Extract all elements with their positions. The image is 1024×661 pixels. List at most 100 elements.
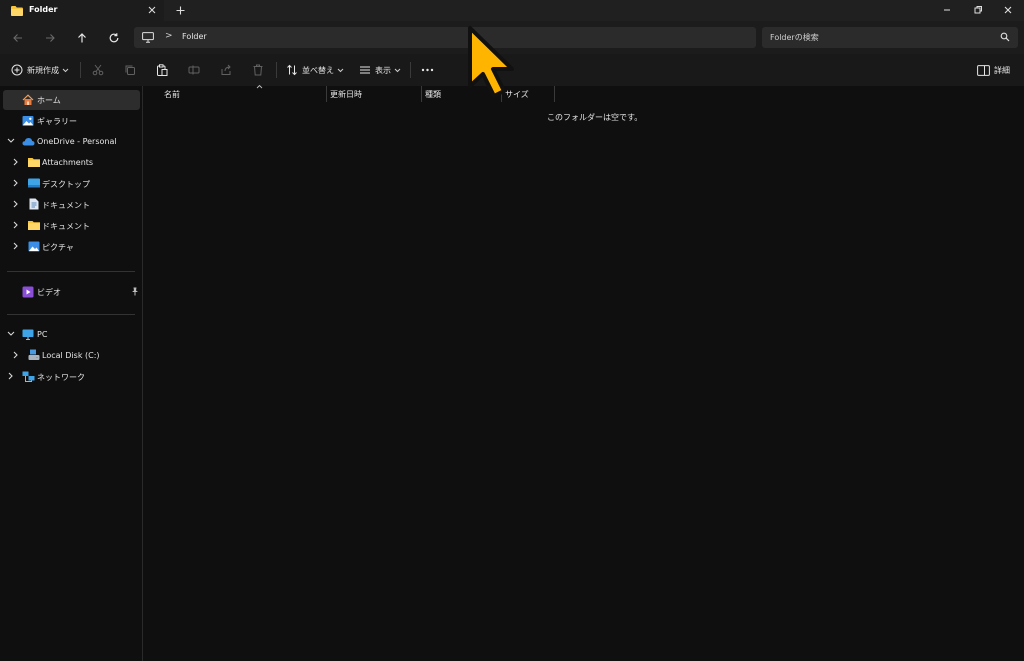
sidebar-item-onedrive[interactable]: OneDrive - Personal — [3, 132, 140, 152]
column-header-label: 更新日時 — [330, 90, 362, 99]
tab-folder[interactable]: Folder — [0, 0, 164, 21]
sidebar-item-pictures[interactable]: ピクチャ — [3, 237, 140, 257]
rename-icon — [188, 65, 200, 75]
separator — [276, 62, 277, 78]
search-icon[interactable] — [1000, 32, 1010, 42]
sidebar-item-attachments[interactable]: Attachments — [3, 153, 140, 173]
sidebar-item-pc[interactable]: PC — [3, 325, 140, 345]
minimize-icon[interactable] — [940, 3, 954, 17]
restore-icon[interactable] — [971, 3, 985, 17]
search-input[interactable]: Folderの検索 — [770, 32, 819, 43]
up-arrow-icon[interactable] — [74, 30, 90, 46]
pin-icon[interactable] — [131, 287, 139, 296]
column-divider[interactable] — [554, 86, 555, 102]
address-bar[interactable]: > Folder — [134, 27, 756, 48]
sort-label: 並べ替え — [302, 65, 334, 75]
sidebar-divider — [7, 314, 135, 315]
sidebar-item-label: ピクチャ — [42, 243, 74, 252]
chevron-right-icon[interactable] — [13, 158, 19, 166]
paste-button[interactable] — [156, 62, 168, 78]
back-arrow-icon[interactable] — [10, 30, 26, 46]
forward-arrow-icon[interactable] — [42, 30, 58, 46]
share-icon — [221, 64, 231, 75]
file-list[interactable]: 名前 更新日時 種類 サイズ このフォルダーは空です。 — [144, 84, 1024, 661]
drive-icon — [28, 349, 40, 360]
cut-button[interactable] — [92, 62, 104, 78]
sidebar-item-label: Attachments — [42, 158, 94, 167]
sidebar-item-videos[interactable]: ビデオ — [3, 282, 140, 302]
details-pane-icon — [977, 64, 990, 76]
chevron-down-icon — [394, 68, 401, 72]
rename-button[interactable] — [188, 62, 200, 78]
video-icon — [22, 286, 34, 298]
details-label: 詳細 — [994, 65, 1010, 75]
tab-title: Folder — [29, 5, 58, 14]
folder-icon — [28, 221, 40, 230]
chevron-right-icon[interactable] — [13, 351, 19, 359]
delete-button[interactable] — [252, 62, 264, 78]
folder-icon — [28, 158, 40, 167]
clipboard-icon — [157, 64, 168, 76]
sidebar-item-documents-folder[interactable]: ドキュメント — [3, 216, 140, 236]
view-label: 表示 — [375, 65, 391, 75]
chevron-right-icon[interactable] — [8, 372, 14, 380]
copy-icon — [125, 65, 135, 75]
sidebar-divider — [7, 271, 135, 272]
chevron-down-icon[interactable] — [7, 138, 15, 144]
trash-icon — [253, 64, 263, 76]
sidebar-item-network[interactable]: ネットワーク — [3, 367, 140, 387]
pictures-icon — [28, 241, 40, 252]
desktop-icon — [28, 178, 40, 188]
navigation-pane: ホーム ギャラリー OneDrive - Personal Attachment… — [0, 86, 143, 661]
copy-button[interactable] — [124, 62, 136, 78]
sidebar-item-home[interactable]: ホーム — [3, 90, 140, 110]
column-header-name[interactable]: 名前 — [160, 84, 326, 102]
separator — [410, 62, 411, 78]
search-box[interactable]: Folderの検索 — [762, 27, 1018, 48]
close-tab-icon[interactable] — [146, 4, 158, 16]
more-options-button[interactable] — [421, 62, 434, 78]
view-list-icon — [360, 66, 370, 74]
chevron-right-icon[interactable] — [13, 242, 19, 250]
sidebar-item-label: ネットワーク — [37, 373, 85, 382]
column-header-date-modified[interactable]: 更新日時 — [326, 86, 421, 102]
refresh-icon[interactable] — [106, 30, 122, 46]
chevron-right-icon[interactable] — [13, 221, 19, 229]
chevron-right-icon[interactable] — [13, 200, 19, 208]
breadcrumb-folder[interactable]: Folder — [182, 32, 207, 41]
new-item-label: 新規作成 — [27, 65, 59, 75]
new-item-button[interactable]: 新規作成 — [11, 62, 69, 78]
share-button[interactable] — [220, 62, 232, 78]
separator — [80, 62, 81, 78]
mouse-cursor-icon — [468, 26, 514, 98]
empty-folder-message: このフォルダーは空です。 — [547, 113, 643, 122]
chevron-down-icon — [62, 68, 69, 72]
sidebar-item-label: ドキュメント — [42, 222, 90, 231]
sidebar-item-label: ビデオ — [37, 288, 61, 297]
sidebar-item-documents[interactable]: ドキュメント — [3, 195, 140, 215]
chevron-right-icon[interactable] — [13, 179, 19, 187]
new-tab-icon[interactable] — [174, 4, 187, 17]
scissors-icon — [92, 64, 104, 76]
monitor-icon — [142, 32, 154, 43]
column-header-label: 種類 — [425, 90, 441, 99]
chevron-down-icon[interactable] — [7, 331, 15, 337]
title-bar: Folder — [0, 0, 1024, 21]
sidebar-item-label: ホーム — [37, 96, 61, 105]
close-window-icon[interactable] — [1001, 3, 1015, 17]
add-circle-icon — [11, 64, 23, 76]
sidebar-item-desktop[interactable]: デスクトップ — [3, 174, 140, 194]
sort-icon — [287, 64, 297, 76]
sidebar-item-local-disk[interactable]: Local Disk (C:) — [3, 346, 140, 366]
network-icon — [22, 371, 35, 382]
folder-icon — [11, 6, 23, 16]
sidebar-item-label: Local Disk (C:) — [42, 351, 100, 360]
sort-button[interactable]: 並べ替え — [286, 62, 344, 78]
sidebar-item-gallery[interactable]: ギャラリー — [3, 111, 140, 131]
view-button[interactable]: 表示 — [359, 62, 401, 78]
details-pane-button[interactable]: 詳細 — [977, 62, 1010, 78]
home-icon — [22, 94, 34, 105]
column-header-label: 名前 — [164, 90, 180, 99]
more-icon — [421, 68, 434, 72]
breadcrumb-chevron[interactable]: > — [165, 31, 173, 41]
